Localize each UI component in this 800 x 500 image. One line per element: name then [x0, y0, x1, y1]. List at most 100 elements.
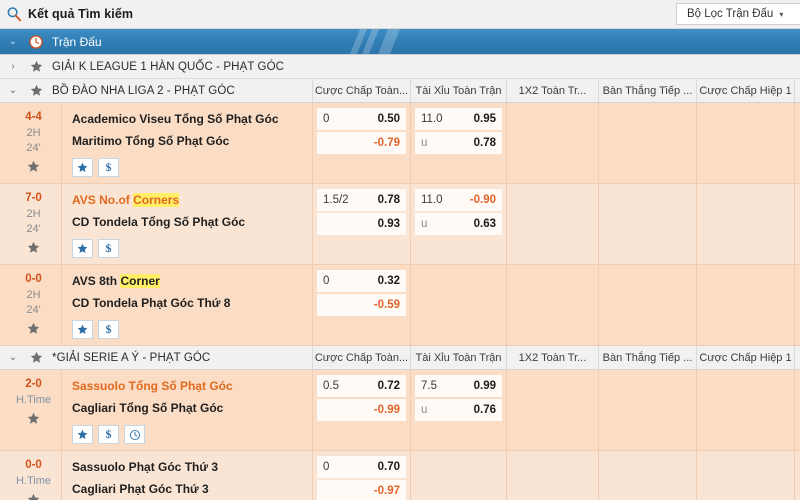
- odds-1x2-full[interactable]: [506, 370, 598, 450]
- column-header-overunder-full[interactable]: Tài Xỉu Toàn Trận: [410, 79, 506, 102]
- home-team-name[interactable]: Sassuolo Phạt Góc Thứ 3: [72, 456, 312, 478]
- odds-overunder-1h[interactable]: [794, 370, 800, 450]
- odds-cell[interactable]: 0.5 0.72: [317, 375, 406, 397]
- league-header-k-league[interactable]: › GIẢI K LEAGUE 1 HÀN QUỐC - PHẠT GÓC: [0, 55, 800, 79]
- odds-cell[interactable]: u 0.76: [415, 399, 502, 421]
- odds-handicap-full[interactable]: 0.5 0.72 -0.99: [312, 370, 410, 450]
- odds-handicap-1h[interactable]: [696, 370, 794, 450]
- odds-overunder-1h[interactable]: [794, 184, 800, 264]
- odds-cell[interactable]: u 0.78: [415, 132, 502, 154]
- odds-cell[interactable]: 11.0 -0.90: [415, 189, 502, 211]
- dollar-icon[interactable]: $: [98, 320, 119, 339]
- odds-cell[interactable]: 0 0.70: [317, 456, 406, 478]
- matches-banner[interactable]: ⌄ Trận Đấu: [0, 29, 800, 55]
- column-header-next-goal[interactable]: Bàn Thắng Tiếp ...: [598, 79, 696, 102]
- star-icon[interactable]: [72, 158, 93, 177]
- dollar-icon[interactable]: $: [98, 425, 119, 444]
- odds-handicap-1h[interactable]: [696, 103, 794, 183]
- odds-handicap-full[interactable]: 0 0.32 -0.59: [312, 265, 410, 345]
- favorite-star-icon[interactable]: [27, 412, 40, 430]
- odds-cell[interactable]: -0.97: [317, 480, 406, 500]
- favorite-star-icon[interactable]: [27, 493, 40, 500]
- column-header-handicap-1h[interactable]: Cược Chấp Hiệp 1: [696, 346, 794, 369]
- league-header-serie-a[interactable]: ⌄ *GIẢI SERIE A Ý - PHẠT GÓC Cược Chấp T…: [0, 346, 800, 370]
- league-header-liga-2[interactable]: ⌄ BỒ ĐÀO NHA LIGA 2 - PHẠT GÓC Cược Chấp…: [0, 79, 800, 103]
- table-row[interactable]: 4-4 2H 24' Academico Viseu Tổng Số Phạt …: [0, 103, 800, 184]
- away-team-name[interactable]: CD Tondela Phạt Góc Thứ 8: [72, 292, 312, 314]
- star-icon[interactable]: [72, 425, 93, 444]
- star-icon[interactable]: [26, 60, 46, 73]
- star-icon[interactable]: [26, 84, 46, 97]
- star-icon[interactable]: [72, 320, 93, 339]
- odds-1x2-full[interactable]: [506, 103, 598, 183]
- home-team-name[interactable]: AVS 8th Corner: [72, 270, 312, 292]
- home-team-name[interactable]: Academico Viseu Tổng Số Phạt Góc: [72, 108, 312, 130]
- odds-line: 1.5/2: [323, 194, 349, 206]
- column-header-handicap-1h[interactable]: Cược Chấp Hiệp 1: [696, 79, 794, 102]
- odds-cell[interactable]: -0.79: [317, 132, 406, 154]
- odds-1x2-full[interactable]: [506, 265, 598, 345]
- odds-cell[interactable]: -0.99: [317, 399, 406, 421]
- column-header-handicap-full[interactable]: Cược Chấp Toàn...: [312, 346, 410, 369]
- odds-handicap-1h[interactable]: [696, 451, 794, 500]
- away-team-name[interactable]: Cagliari Tổng Số Phạt Góc: [72, 397, 312, 419]
- odds-cell[interactable]: 1.5/2 0.78: [317, 189, 406, 211]
- odds-next-goal[interactable]: [598, 265, 696, 345]
- odds-handicap-1h[interactable]: [696, 184, 794, 264]
- odds-handicap-full[interactable]: 1.5/2 0.78 0.93: [312, 184, 410, 264]
- column-header-next-goal[interactable]: Bàn Thắng Tiếp ...: [598, 346, 696, 369]
- away-team-name[interactable]: CD Tondela Tổng Số Phạt Góc: [72, 211, 312, 233]
- dollar-icon[interactable]: $: [98, 239, 119, 258]
- table-row[interactable]: 7-0 2H 24' AVS No.of Corners CD Tondela …: [0, 184, 800, 265]
- column-header-overunder-1h[interactable]: Tài X: [794, 79, 800, 102]
- home-team-name[interactable]: Sassuolo Tổng Số Phạt Góc: [72, 375, 312, 397]
- odds-cell[interactable]: -0.59: [317, 294, 406, 316]
- away-team-name[interactable]: Cagliari Phạt Góc Thứ 3: [72, 478, 312, 500]
- odds-next-goal[interactable]: [598, 184, 696, 264]
- odds-1x2-full[interactable]: [506, 184, 598, 264]
- odds-overunder-full[interactable]: [410, 451, 506, 500]
- favorite-star-icon[interactable]: [27, 322, 40, 340]
- odds-cell[interactable]: 0 0.32: [317, 270, 406, 292]
- chevron-down-icon[interactable]: ⌄: [0, 36, 26, 47]
- odds-cell[interactable]: u 0.63: [415, 213, 502, 235]
- odds-cell[interactable]: 0 0.50: [317, 108, 406, 130]
- away-team-name[interactable]: Maritimo Tổng Số Phạt Góc: [72, 130, 312, 152]
- chevron-down-icon[interactable]: ⌄: [0, 352, 26, 363]
- odds-overunder-full[interactable]: 11.0 -0.90 u 0.63: [410, 184, 506, 264]
- odds-overunder-full[interactable]: [410, 265, 506, 345]
- dollar-icon[interactable]: $: [98, 158, 119, 177]
- column-header-handicap-full[interactable]: Cược Chấp Toàn...: [312, 79, 410, 102]
- table-row[interactable]: 0-0 H.Time Sassuolo Phạt Góc Thứ 3 Cagli…: [0, 451, 800, 500]
- home-team-name[interactable]: AVS No.of Corners: [72, 189, 312, 211]
- odds-next-goal[interactable]: [598, 103, 696, 183]
- star-icon[interactable]: [26, 351, 46, 364]
- odds-handicap-1h[interactable]: [696, 265, 794, 345]
- star-icon[interactable]: [72, 239, 93, 258]
- column-header-overunder-full[interactable]: Tài Xỉu Toàn Trận: [410, 346, 506, 369]
- odds-cell[interactable]: 0.93: [317, 213, 406, 235]
- favorite-star-icon[interactable]: [27, 241, 40, 259]
- odds-overunder-1h[interactable]: [794, 265, 800, 345]
- match-filter-dropdown[interactable]: Bộ Lọc Trận Đấu ▾: [676, 3, 800, 25]
- odds-overunder-1h[interactable]: [794, 103, 800, 183]
- clock-icon[interactable]: [124, 425, 145, 444]
- chevron-down-icon[interactable]: ⌄: [0, 85, 26, 96]
- odds-overunder-full[interactable]: 11.0 0.95 u 0.78: [410, 103, 506, 183]
- column-header-1x2-full[interactable]: 1X2 Toàn Tr...: [506, 346, 598, 369]
- odds-cell[interactable]: 7.5 0.99: [415, 375, 502, 397]
- odds-next-goal[interactable]: [598, 370, 696, 450]
- odds-overunder-full[interactable]: 7.5 0.99 u 0.76: [410, 370, 506, 450]
- column-header-1x2-full[interactable]: 1X2 Toàn Tr...: [506, 79, 598, 102]
- odds-1x2-full[interactable]: [506, 451, 598, 500]
- odds-overunder-1h[interactable]: [794, 451, 800, 500]
- odds-handicap-full[interactable]: 0 0.70 -0.97: [312, 451, 410, 500]
- table-row[interactable]: 2-0 H.Time Sassuolo Tổng Số Phạt Góc Cag…: [0, 370, 800, 451]
- chevron-right-icon[interactable]: ›: [0, 61, 26, 72]
- table-row[interactable]: 0-0 2H 24' AVS 8th Corner CD Tondela Phạ…: [0, 265, 800, 346]
- odds-next-goal[interactable]: [598, 451, 696, 500]
- column-header-overunder-1h[interactable]: Tài X: [794, 346, 800, 369]
- odds-cell[interactable]: 11.0 0.95: [415, 108, 502, 130]
- favorite-star-icon[interactable]: [27, 160, 40, 178]
- odds-handicap-full[interactable]: 0 0.50 -0.79: [312, 103, 410, 183]
